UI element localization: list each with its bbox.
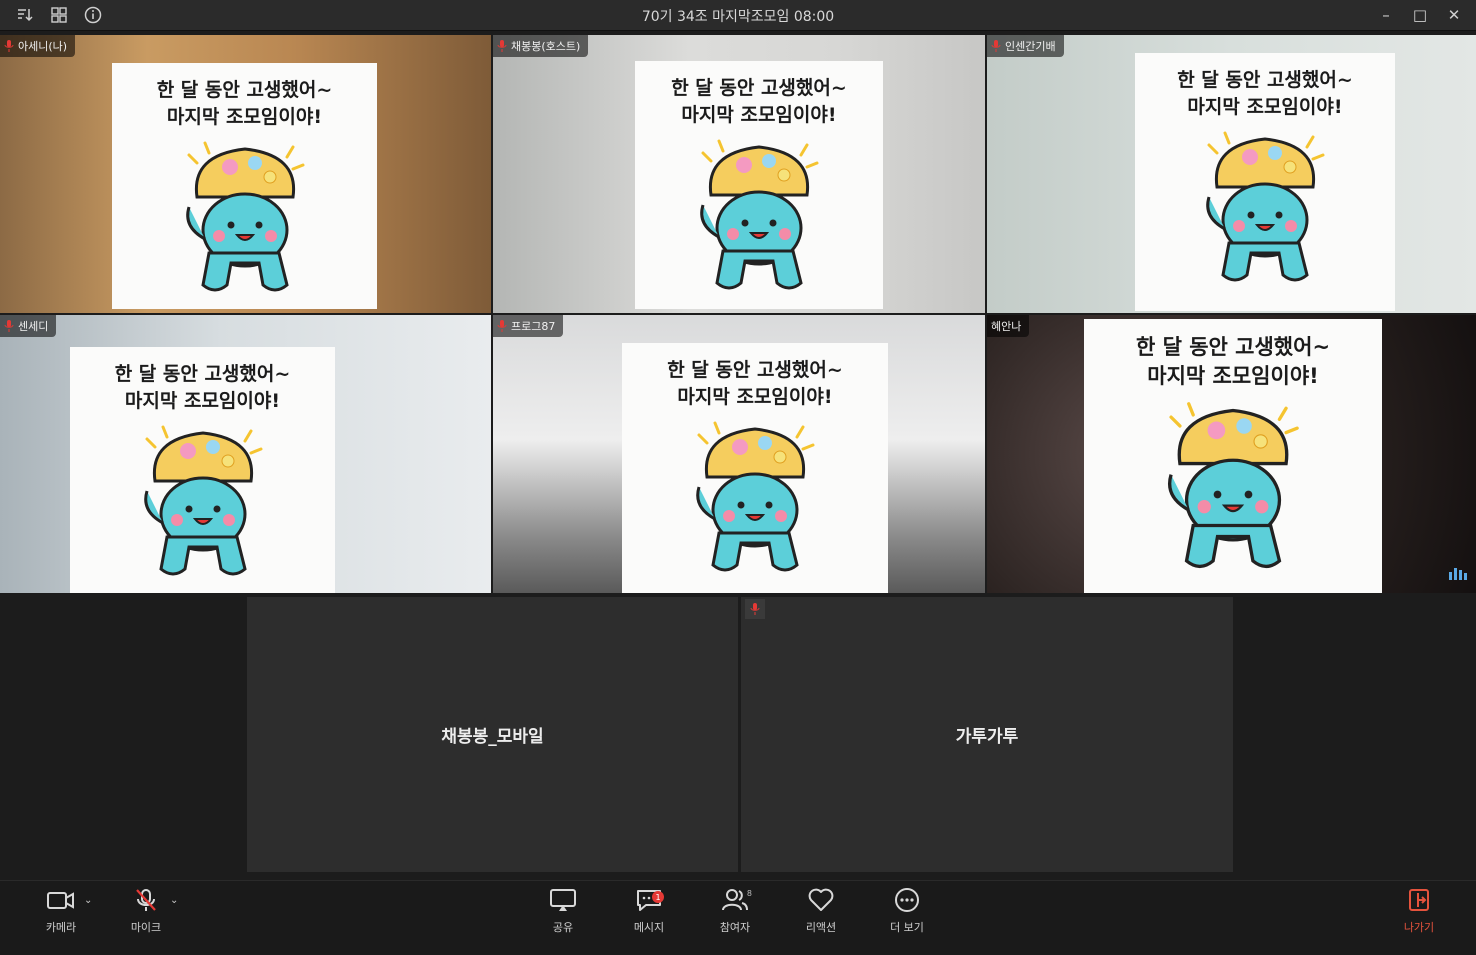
more-icon xyxy=(895,888,919,912)
video-tile[interactable]: 채봉봉(호스트) 한 달 동안 고생했어~ 마지막 조모임이야! xyxy=(493,35,985,313)
camera-options-chevron-icon[interactable]: ⌄ xyxy=(84,895,92,906)
participant-name: 가투가투 xyxy=(955,727,1019,747)
title-bar: 70기 34조 마지막조모임 08:00 – □ ✕ xyxy=(0,0,1476,31)
leave-label: 나가기 xyxy=(1403,921,1435,934)
participant-name-tag: 프로그87 xyxy=(493,315,564,337)
share-label: 공유 xyxy=(552,921,574,934)
muted-mic-icon xyxy=(991,40,1001,52)
meeting-title: 70기 34조 마지막조모임 08:00 xyxy=(641,9,835,25)
unread-badge: 1 xyxy=(652,891,664,903)
mascot-icon xyxy=(1168,402,1299,569)
card-line-1: 한 달 동안 고생했어~ xyxy=(1177,69,1353,91)
mascot-icon xyxy=(700,139,819,290)
muted-mic-icon xyxy=(497,40,507,52)
audio-only-tile[interactable]: 채봉봉_모바일 xyxy=(247,597,738,872)
video-tile[interactable]: 센세디 한 달 동안 고생했어~ 마지막 조모임이야! xyxy=(0,315,491,593)
maximize-button[interactable]: □ xyxy=(1406,2,1434,28)
muted-mic-icon xyxy=(4,320,14,332)
heart-icon xyxy=(808,888,834,911)
participants-label: 참여자 xyxy=(719,921,751,934)
sticker-card: 한 달 동안 고생했어~ 마지막 조모임이야! xyxy=(622,343,888,593)
participant-name-tag: 아세니(나) xyxy=(0,35,76,57)
card-line-2: 마지막 조모임이야! xyxy=(1187,96,1343,118)
video-tile[interactable]: 인센간기배 한 달 동안 고생했어~ 마지막 조모임이야! xyxy=(987,35,1476,313)
card-line-1: 한 달 동안 고생했어~ xyxy=(1135,335,1331,359)
sticker-card: 한 달 동안 고생했어~ 마지막 조모임이야! xyxy=(1135,53,1395,311)
minimize-button[interactable]: – xyxy=(1372,2,1400,28)
video-tile[interactable]: 아세니(나) 한 달 동안 고생했어~ 마지막 조모임이야! xyxy=(0,35,491,313)
mic-options-chevron-icon[interactable]: ⌄ xyxy=(170,895,178,906)
card-line-1: 한 달 동안 고생했어~ xyxy=(114,363,291,385)
card-line-2: 마지막 조모임이야! xyxy=(677,386,833,408)
reaction-label: 리액션 xyxy=(805,921,837,934)
participant-count: 8 xyxy=(746,889,752,898)
participant-name-tag: 인센간기배 xyxy=(987,35,1064,57)
participant-name-tag: 혜안나 xyxy=(987,315,1030,337)
mascot-icon xyxy=(143,425,262,576)
participant-name: 채봉봉(호스트) xyxy=(511,40,581,53)
participants-icon xyxy=(722,889,748,911)
muted-mic-icon xyxy=(136,889,156,911)
participant-name: 센세디 xyxy=(18,320,49,333)
more-button[interactable]: 더 보기 xyxy=(872,887,942,935)
camera-icon xyxy=(47,892,74,909)
card-line-2: 마지막 조모임이야! xyxy=(124,390,281,412)
participant-name: 혜안나 xyxy=(991,320,1022,333)
mascot-icon xyxy=(185,141,304,292)
message-label: 메시지 xyxy=(633,921,665,934)
card-line-2: 마지막 조모임이야! xyxy=(1147,364,1319,388)
participant-name-tag: 채봉봉(호스트) xyxy=(493,35,589,57)
card-line-1: 한 달 동안 고생했어~ xyxy=(671,77,847,99)
card-line-2: 마지막 조모임이야! xyxy=(681,104,837,126)
participant-name: 채봉봉_모바일 xyxy=(441,727,544,747)
share-button[interactable]: 공유 xyxy=(528,887,598,935)
camera-label: 카메라 xyxy=(45,921,77,934)
reaction-button[interactable]: 리액션 xyxy=(786,887,856,935)
mascot-icon xyxy=(1206,131,1325,282)
share-screen-icon xyxy=(550,889,576,911)
audio-only-tile[interactable]: 가투가투 xyxy=(741,597,1233,872)
muted-mic-icon xyxy=(497,320,507,332)
video-tile-active-speaker[interactable]: 혜안나 한 달 동안 고생했어~ 마지막 조모임이야! xyxy=(987,315,1476,593)
mascot-icon xyxy=(696,421,815,572)
more-label: 더 보기 xyxy=(890,921,924,934)
video-grid: 아세니(나) 한 달 동안 고생했어~ 마지막 조모임이야! 채봉봉(호스트) xyxy=(0,35,1476,595)
leave-button[interactable]: 나가기 xyxy=(1384,887,1454,935)
card-line-1: 한 달 동안 고생했어~ xyxy=(667,359,843,381)
sticker-card: 한 달 동안 고생했어~ 마지막 조모임이야! xyxy=(635,61,883,309)
meeting-toolbar: 카메라 ⌄ 마이크 ⌄ 공유 1 메시지 8 참여자 리액션 더 보기 나가기 xyxy=(0,880,1476,955)
close-button[interactable]: ✕ xyxy=(1440,2,1468,28)
participant-name-tag: 센세디 xyxy=(0,315,57,337)
card-line-1: 한 달 동안 고생했어~ xyxy=(156,79,333,101)
video-tile[interactable]: 프로그87 한 달 동안 고생했어~ 마지막 조모임이야! xyxy=(493,315,985,593)
speaking-indicator-icon xyxy=(1449,568,1467,580)
participant-name: 프로그87 xyxy=(511,320,556,333)
participants-button[interactable]: 8 참여자 xyxy=(700,887,770,935)
mic-label: 마이크 xyxy=(130,921,162,934)
sticker-card: 한 달 동안 고생했어~ 마지막 조모임이야! xyxy=(70,347,335,593)
participant-name: 아세니(나) xyxy=(18,40,68,53)
leave-icon xyxy=(1409,889,1429,911)
sticker-card: 한 달 동안 고생했어~ 마지막 조모임이야! xyxy=(1084,319,1382,593)
participant-name: 인센간기배 xyxy=(1005,40,1056,53)
muted-mic-icon xyxy=(745,599,765,619)
sticker-card: 한 달 동안 고생했어~ 마지막 조모임이야! xyxy=(112,63,377,309)
muted-mic-icon xyxy=(4,40,14,52)
message-button[interactable]: 1 메시지 xyxy=(614,887,684,935)
card-line-2: 마지막 조모임이야! xyxy=(166,106,323,128)
